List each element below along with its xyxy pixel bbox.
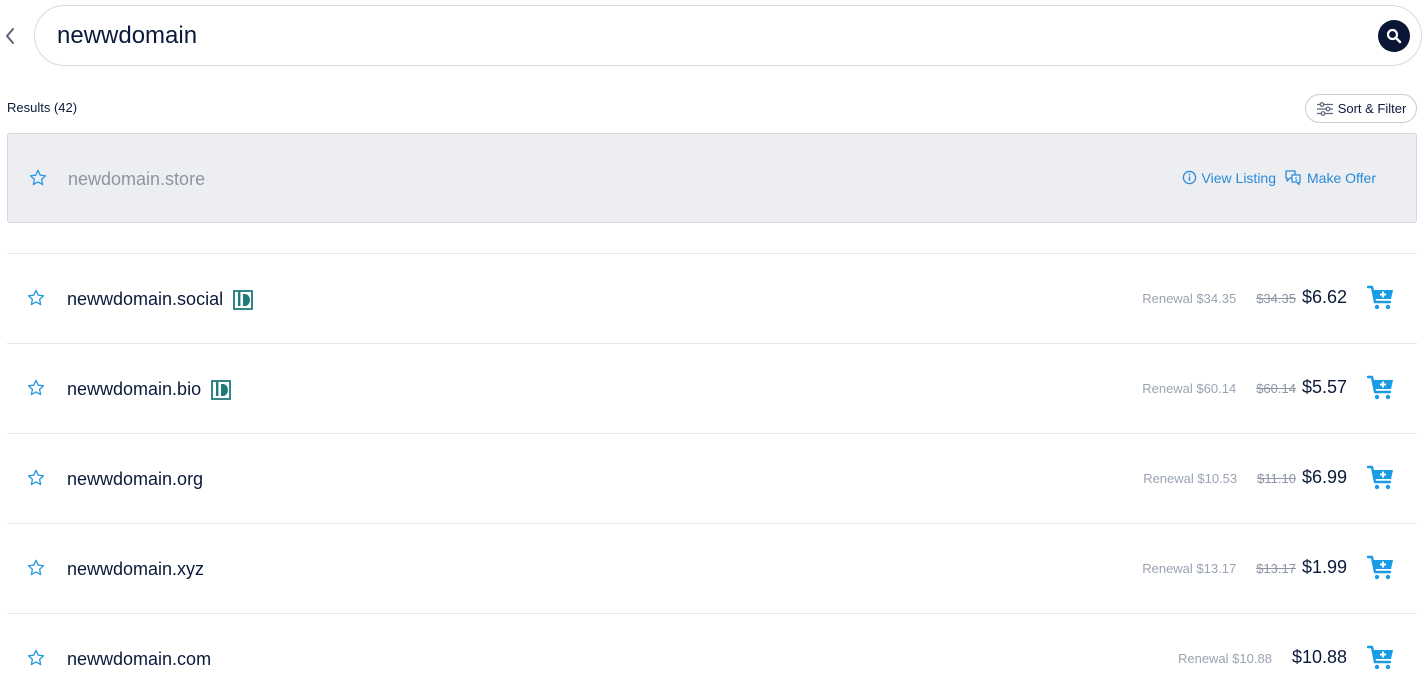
add-to-cart-button[interactable] [1366,554,1395,582]
domain-row: newwdomain.bio Renewal $60.14 $60.14 $5.57 [7,344,1417,434]
domain-row: newwdomain.com Renewal $10.88 $10.88 [7,614,1417,697]
domain-name[interactable]: newwdomain.bio [67,379,231,400]
star-outline-icon [27,379,45,396]
domain-name[interactable]: newwdomain.social [67,289,253,310]
renewal-price: Renewal $10.53 [1143,471,1238,486]
search-icon [1386,28,1402,44]
back-button[interactable] [0,22,20,50]
add-to-cart-icon [1366,645,1393,670]
favorite-button[interactable] [26,378,46,403]
star-outline-icon [29,169,47,186]
domain-name[interactable]: newwdomain.com [67,649,211,670]
add-to-cart-icon [1366,465,1393,490]
star-outline-icon [27,469,45,486]
sale-price: $6.62 [1301,287,1347,307]
sale-price: $5.57 [1301,377,1347,397]
renewal-price: Renewal $10.88 [1177,651,1272,666]
view-listing-label: View Listing [1201,169,1276,186]
renewal-price: Renewal $13.17 [1142,561,1237,576]
sale-price: $1.99 [1301,557,1347,577]
domain-badge-icon [211,379,231,400]
search-button[interactable] [1378,20,1410,52]
add-to-cart-icon [1366,375,1393,400]
domain-badge-icon [233,289,253,310]
featured-domain-name: newdomain.store [68,169,206,189]
add-to-cart-button[interactable] [1366,284,1395,312]
add-to-cart-button[interactable] [1366,644,1395,672]
domain-name-text: newwdomain.org [67,469,204,489]
domain-badge [211,379,231,400]
pricing: Renewal $34.35 $34.35 $6.62 [1142,287,1347,308]
svg-text:$: $ [1294,176,1298,183]
renewal-price: Renewal $34.35 [1142,291,1237,306]
make-offer-label: Make Offer [1307,169,1376,186]
search-bar [34,5,1422,66]
featured-listing: newdomain.store View Listing $ Make Offe… [7,133,1417,223]
domain-row: newwdomain.org Renewal $10.53 $11.10 $6.99 [7,434,1417,524]
star-outline-icon [27,649,45,666]
star-outline-icon [27,289,45,306]
original-price: $11.10 [1257,471,1296,486]
pricing: Renewal $60.14 $60.14 $5.57 [1142,377,1347,398]
offer-chat-icon: $ [1285,170,1301,186]
domain-name-text: newwdomain.social [67,289,224,309]
renewal-price: Renewal $60.14 [1142,381,1237,396]
favorite-button[interactable] [26,468,46,493]
sale-price: $10.88 [1291,647,1347,667]
add-to-cart-icon [1366,285,1393,310]
pricing: Renewal $10.88 $10.88 [1178,647,1347,668]
original-price: $34.35 [1256,291,1296,306]
add-to-cart-button[interactable] [1366,464,1395,492]
favorite-button[interactable] [26,558,46,583]
results-count: Results (42) [7,100,78,115]
sale-price: $6.99 [1301,467,1347,487]
domain-row: newwdomain.social Renewal $34.35 $34.35 $6.… [7,254,1417,344]
domain-badge [233,289,253,310]
domain-row: newwdomain.xyz Renewal $13.17 $13.17 $1.99 [7,524,1417,614]
favorite-button[interactable] [26,288,46,313]
sort-filter-button[interactable]: Sort & Filter [1305,94,1417,123]
domain-name-text: newwdomain.com [67,649,212,669]
search-input[interactable] [57,15,1357,56]
favorite-button[interactable] [28,168,48,193]
view-listing-link[interactable]: View Listing [1182,170,1276,186]
add-to-cart-button[interactable] [1366,374,1395,402]
domain-name[interactable]: newwdomain.org [67,469,203,490]
sort-filter-label: Sort & Filter [1337,101,1407,116]
make-offer-link[interactable]: $ Make Offer [1284,169,1376,186]
chevron-left-icon [6,28,14,44]
info-icon [1182,170,1196,185]
favorite-button[interactable] [26,648,46,673]
star-outline-icon [27,559,45,576]
pricing: Renewal $10.53 $11.10 $6.99 [1143,467,1347,488]
add-to-cart-icon [1366,555,1393,580]
domain-name-text: newwdomain.xyz [67,559,205,579]
pricing: Renewal $13.17 $13.17 $1.99 [1142,557,1347,578]
domain-name-text: newwdomain.bio [67,379,202,399]
original-price: $13.17 [1256,561,1296,576]
sliders-icon [1316,101,1333,116]
domain-name[interactable]: newwdomain.xyz [67,559,204,580]
original-price: $60.14 [1256,381,1296,396]
